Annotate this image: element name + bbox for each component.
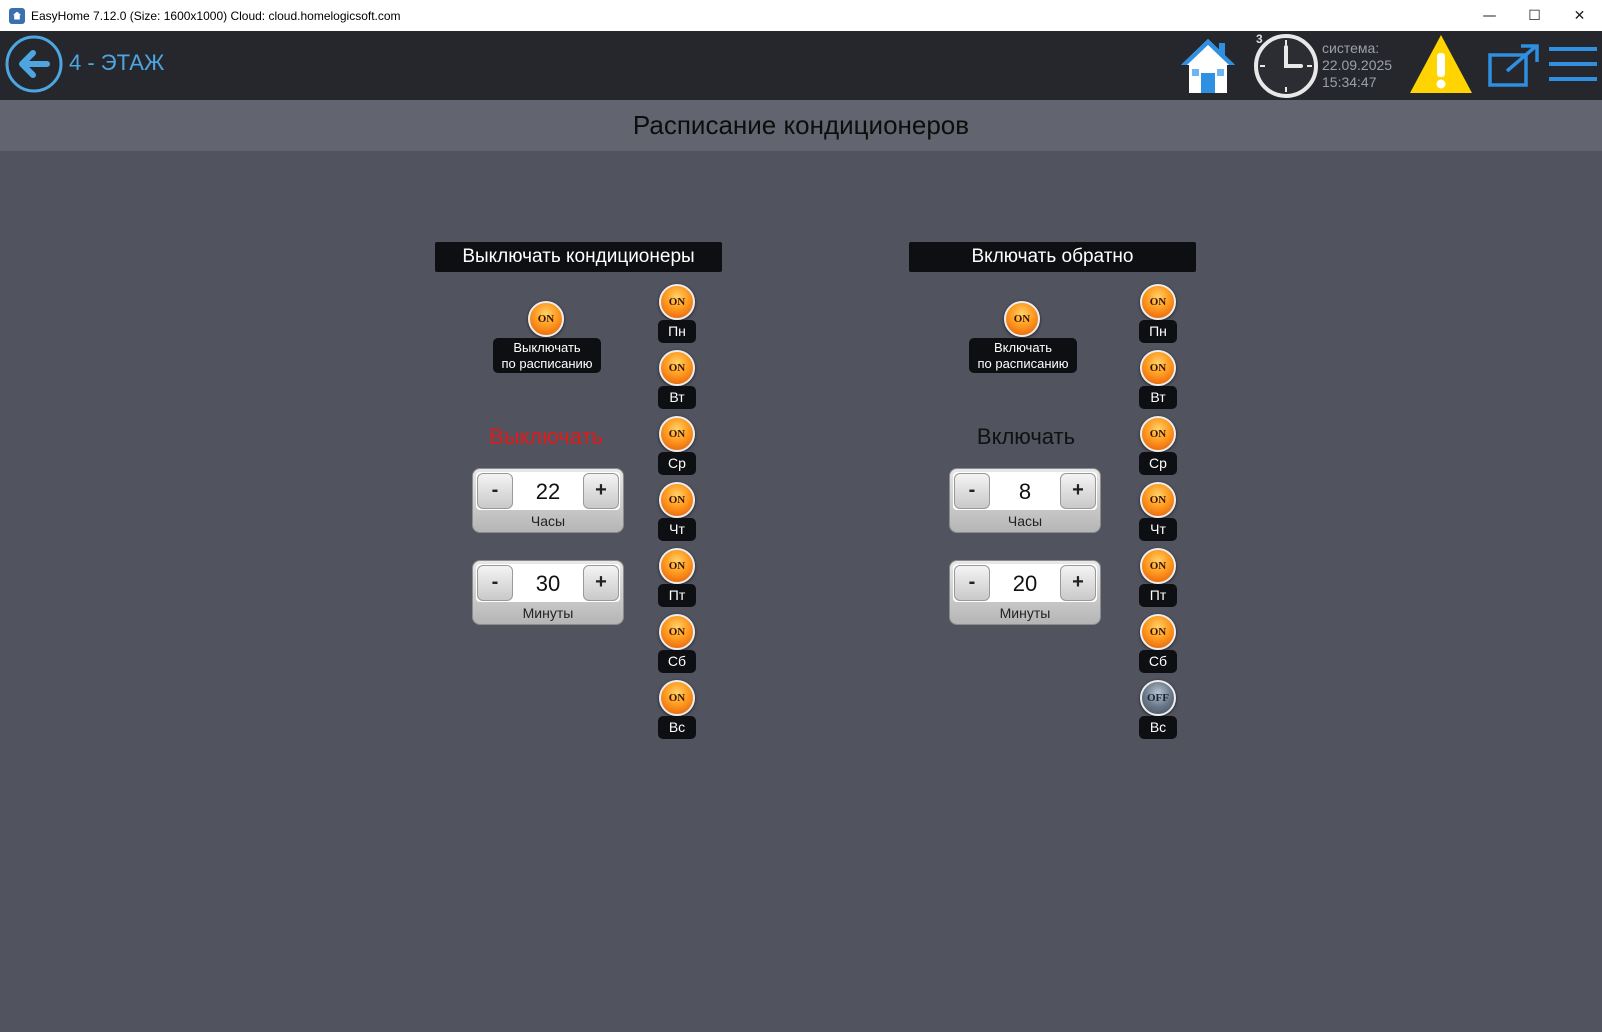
close-button[interactable]: ✕ [1557, 0, 1602, 31]
window-titlebar: EasyHome 7.12.0 (Size: 1600x1000) Cloud:… [0, 0, 1602, 32]
window-title: EasyHome 7.12.0 (Size: 1600x1000) Cloud:… [31, 8, 401, 23]
day-toggle-sun[interactable]: OFF [1140, 680, 1176, 716]
day-label-mon: Пн [658, 320, 696, 343]
day-toggle-mon[interactable]: ON [1140, 284, 1176, 320]
home-icon[interactable] [1177, 35, 1239, 97]
hours-value: 8 [1018, 479, 1032, 504]
minutes-value: 30 [535, 571, 561, 596]
day-label-fri: Пт [1139, 584, 1177, 607]
minutes-caption: Минуты [522, 605, 574, 621]
maximize-button[interactable]: ☐ [1512, 0, 1557, 31]
minutes-decrement-button[interactable]: - [477, 565, 513, 601]
day-label-fri: Пт [658, 584, 696, 607]
hours-value: 22 [535, 479, 561, 504]
minutes-decrement-button[interactable]: - [954, 565, 990, 601]
minutes-stepper: - 30 + Минуты [472, 560, 624, 625]
schedule-label-line1: Выключать [513, 340, 581, 355]
day-toggle-fri[interactable]: ON [1140, 548, 1176, 584]
day-label-tue: Вт [658, 386, 696, 409]
day-toggle-wed[interactable]: ON [1140, 416, 1176, 452]
schedule-label-line1: Включать [994, 340, 1052, 355]
day-toggle-sun[interactable]: ON [659, 680, 695, 716]
page-title: Расписание кондиционеров [0, 100, 1602, 151]
clock-badge: 3 [1256, 32, 1263, 46]
day-label-tue: Вт [1139, 386, 1177, 409]
minimize-button[interactable]: — [1467, 0, 1512, 31]
day-label-mon: Пн [1139, 320, 1177, 343]
floor-title[interactable]: 4 - ЭТАЖ [69, 50, 164, 76]
schedule-label-line2: по расписанию [977, 356, 1069, 371]
day-toggle-thu[interactable]: ON [659, 482, 695, 518]
day-toggle-sat[interactable]: ON [1140, 614, 1176, 650]
day-label-thu: Чт [658, 518, 696, 541]
system-time: 15:34:47 [1322, 74, 1377, 90]
minutes-stepper: - 20 + Минуты [949, 560, 1101, 625]
day-label-sat: Сб [658, 650, 696, 673]
minutes-value: 20 [1012, 571, 1038, 596]
hours-increment-button[interactable]: + [1060, 473, 1096, 509]
app-header: 4 - ЭТАЖ 3 система: 22.09.2025 15:34:47 [0, 31, 1602, 100]
day-label-sun: Вс [1139, 716, 1177, 739]
schedule-toggle[interactable]: ON [1004, 301, 1040, 337]
day-toggle-mon[interactable]: ON [659, 284, 695, 320]
day-label-sat: Сб [1139, 650, 1177, 673]
window-controls: — ☐ ✕ [1467, 0, 1602, 31]
hours-stepper: - 22 + Часы [472, 468, 624, 533]
hours-caption: Часы [1007, 513, 1043, 529]
day-label-thu: Чт [1139, 518, 1177, 541]
system-date: 22.09.2025 [1322, 57, 1393, 73]
hours-decrement-button[interactable]: - [954, 473, 990, 509]
schedule-toggle-label: Включать по расписанию [969, 338, 1077, 373]
schedule-toggle[interactable]: ON [528, 301, 564, 337]
hours-stepper: - 8 + Часы [949, 468, 1101, 533]
day-label-wed: Ср [1139, 452, 1177, 475]
mode-label: Выключать [489, 424, 603, 449]
day-toggle-sat[interactable]: ON [659, 614, 695, 650]
day-label-sun: Вс [658, 716, 696, 739]
minutes-increment-button[interactable]: + [583, 565, 619, 601]
hours-caption: Часы [530, 513, 566, 529]
schedule-toggle-label: Выключать по расписанию [493, 338, 601, 373]
day-toggle-tue[interactable]: ON [1140, 350, 1176, 386]
day-toggle-thu[interactable]: ON [1140, 482, 1176, 518]
minutes-increment-button[interactable]: + [1060, 565, 1096, 601]
system-label: система: [1322, 40, 1380, 56]
hours-increment-button[interactable]: + [583, 473, 619, 509]
hours-decrement-button[interactable]: - [477, 473, 513, 509]
day-label-wed: Ср [658, 452, 696, 475]
panel-header: Включать обратно [909, 242, 1196, 272]
system-info: система: 22.09.2025 15:34:47 [1322, 40, 1392, 91]
app-icon [9, 7, 25, 24]
day-toggle-tue[interactable]: ON [659, 350, 695, 386]
schedule-label-line2: по расписанию [501, 356, 593, 371]
panel-header: Выключать кондиционеры [435, 242, 722, 272]
minutes-caption: Минуты [999, 605, 1051, 621]
day-toggle-wed[interactable]: ON [659, 416, 695, 452]
back-arrow-icon[interactable] [5, 35, 63, 93]
mode-label: Включать [976, 424, 1076, 449]
warning-icon[interactable] [1408, 33, 1474, 95]
external-window-icon[interactable] [1487, 41, 1543, 89]
hamburger-menu-icon[interactable] [1547, 43, 1599, 85]
day-toggle-fri[interactable]: ON [659, 548, 695, 584]
